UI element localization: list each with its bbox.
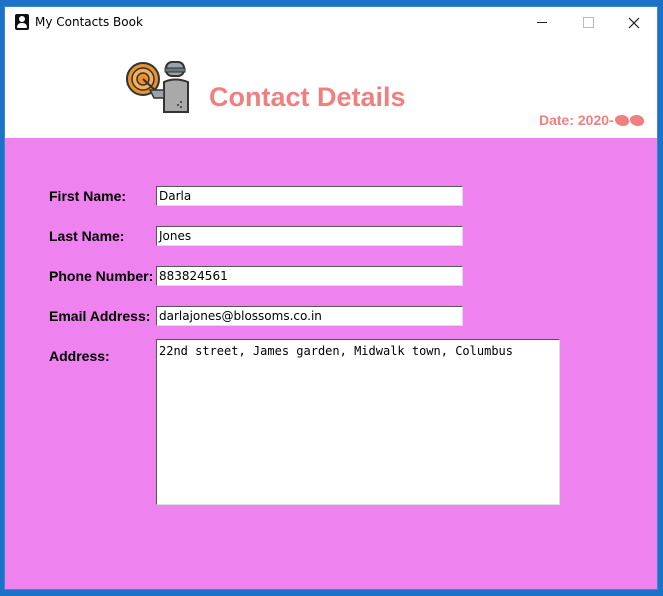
window-title: My Contacts Book (35, 15, 143, 29)
date-text: Date: 2020- (539, 112, 614, 128)
minimize-button[interactable] (519, 7, 565, 38)
minimize-icon (537, 22, 547, 23)
header-banner: Contact Details Date: 2020- (5, 38, 657, 138)
first-name-field[interactable]: Darla (156, 186, 463, 206)
maximize-icon (582, 17, 594, 28)
last-name-field[interactable]: Jones (156, 226, 463, 246)
page-title: Contact Details (209, 82, 406, 112)
contact-book-icon (15, 14, 29, 30)
close-button[interactable] (611, 7, 657, 38)
first-name-label: First Name: (49, 188, 127, 204)
contact-form: First Name: Darla Last Name: Jones Phone… (5, 138, 657, 589)
last-name-label: Last Name: (49, 228, 125, 244)
app-window: My Contacts Book Contact Details Date: 2… (5, 7, 657, 589)
title-bar[interactable]: My Contacts Book (5, 7, 657, 38)
close-icon (628, 17, 640, 28)
date-label: Date: 2020- (539, 112, 644, 128)
redaction-mark (629, 115, 644, 126)
email-address-field[interactable]: darlajones@blossoms.co.in (156, 306, 463, 326)
redaction-mark (614, 115, 629, 126)
email-address-label: Email Address: (49, 308, 151, 324)
maximize-button[interactable] (565, 7, 611, 38)
address-label: Address: (49, 348, 110, 364)
address-textarea[interactable]: 22nd street, James garden, Midwalk town,… (156, 339, 560, 505)
contact-finder-icon (126, 61, 189, 113)
phone-number-label: Phone Number: (49, 268, 154, 284)
phone-number-field[interactable]: 883824561 (156, 266, 463, 286)
